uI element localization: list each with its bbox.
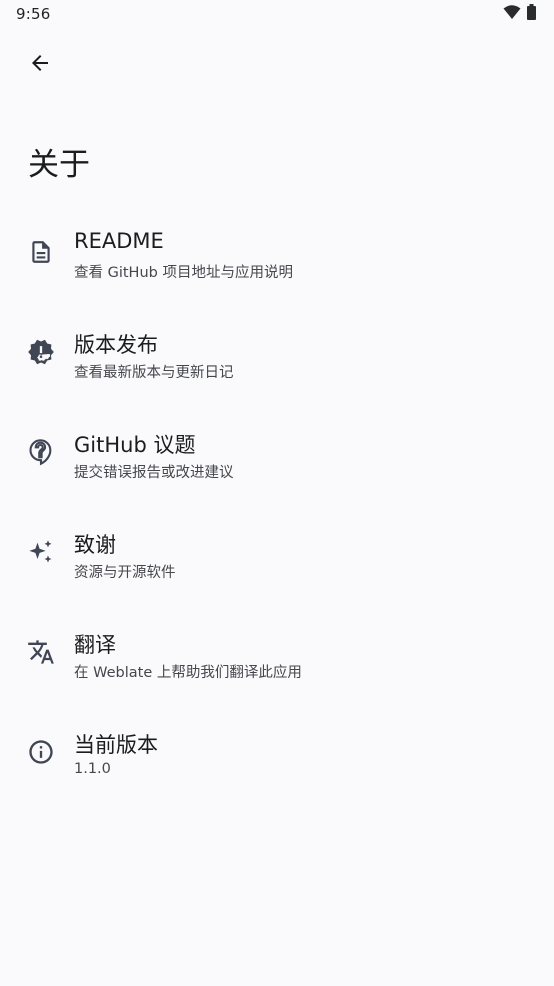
item-title: 当前版本 [74, 733, 158, 757]
list-item-readme[interactable]: README 查看 GitHub 项目地址与应用说明 [0, 200, 554, 300]
item-title: 致谢 [74, 533, 116, 557]
status-bar: 9:56 [0, 0, 554, 30]
item-subtitle: 1.1.0 [74, 761, 111, 777]
status-time: 9:56 [16, 5, 51, 23]
back-button[interactable] [18, 43, 62, 87]
item-title: 翻译 [74, 633, 116, 657]
help-bubble-icon [27, 438, 55, 466]
item-title: 版本发布 [74, 333, 158, 357]
wifi-icon [503, 4, 521, 24]
arrow-back-icon [28, 51, 52, 79]
item-title: GitHub 议题 [74, 433, 196, 457]
status-icons [503, 4, 536, 24]
about-list: README 查看 GitHub 项目地址与应用说明 版本发布 查看最新版本与更… [0, 200, 554, 800]
item-subtitle: 查看最新版本与更新日记 [74, 365, 234, 381]
list-item-releases[interactable]: 版本发布 查看最新版本与更新日记 [0, 300, 554, 400]
translate-icon [27, 638, 55, 666]
battery-icon [527, 4, 536, 24]
sparkle-icon [27, 538, 55, 566]
item-subtitle: 在 Weblate 上帮助我们翻译此应用 [74, 665, 302, 681]
description-icon [27, 238, 55, 266]
list-item-current-version[interactable]: 当前版本 1.1.0 [0, 700, 554, 800]
item-subtitle: 查看 GitHub 项目地址与应用说明 [74, 265, 293, 281]
list-item-github-issues[interactable]: GitHub 议题 提交错误报告或改进建议 [0, 400, 554, 500]
list-item-translate[interactable]: 翻译 在 Weblate 上帮助我们翻译此应用 [0, 600, 554, 700]
item-title: README [74, 229, 164, 253]
new-releases-icon [27, 338, 55, 366]
item-subtitle: 资源与开源软件 [74, 565, 176, 581]
info-icon [27, 738, 55, 766]
page-title: 关于 [28, 147, 90, 183]
item-subtitle: 提交错误报告或改进建议 [74, 465, 234, 481]
list-item-acknowledgements[interactable]: 致谢 资源与开源软件 [0, 500, 554, 600]
